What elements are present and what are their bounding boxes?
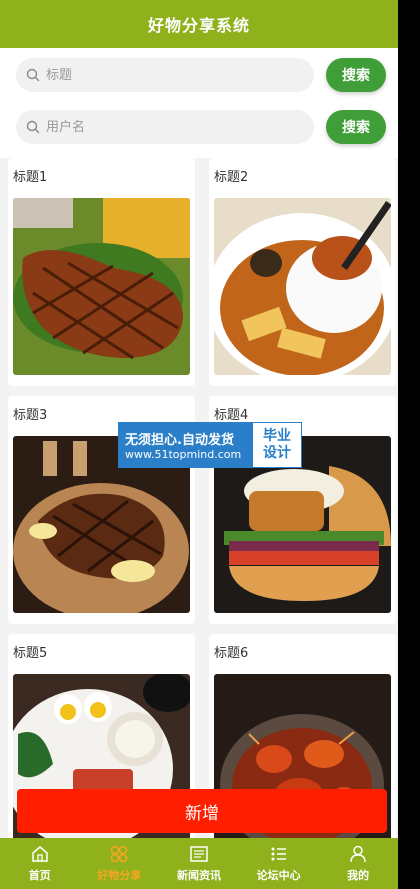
steak-image <box>13 198 190 375</box>
newspaper-icon <box>190 846 208 862</box>
page-title: 好物分享系统 <box>147 16 250 35</box>
card-image-steak[interactable] <box>13 198 190 375</box>
title-search-button[interactable]: 搜索 <box>326 58 386 92</box>
card-title: 标题5 <box>13 646 48 661</box>
tab-label: 论坛中心 <box>256 869 301 882</box>
bottom-tab-bar: 首页 好物分享 新闻资讯 论坛中心 我的 <box>0 838 398 889</box>
app-header: 好物分享系统 <box>0 0 398 48</box>
watermark-right-top: 毕业 <box>263 428 291 444</box>
tab-news[interactable]: 新闻资讯 <box>159 838 239 889</box>
clover-icon <box>111 845 128 863</box>
share-grid: 标题1 标题2 标题3 标题4 标题5 标题6 <box>0 152 398 862</box>
home-icon <box>32 846 48 862</box>
user-icon <box>350 845 366 863</box>
watermark-left: 无须担心.自动发货 www.51topmind.com <box>119 423 253 467</box>
card-title: 标题2 <box>214 170 249 185</box>
tab-mine[interactable]: 我的 <box>318 838 398 889</box>
tab-forum[interactable]: 论坛中心 <box>239 838 319 889</box>
title-search-box[interactable] <box>16 58 314 92</box>
watermark-line2: www.51topmind.com <box>125 448 242 461</box>
card-title: 标题1 <box>13 170 48 185</box>
rice-image <box>214 198 391 375</box>
tab-home[interactable]: 首页 <box>0 838 80 889</box>
card-image-rice[interactable] <box>214 198 391 375</box>
watermark-line1: 无须担心.自动发货 <box>125 433 234 448</box>
user-search-button[interactable]: 搜索 <box>326 110 386 144</box>
tab-label: 好物分享 <box>97 869 142 882</box>
tab-label: 我的 <box>347 869 370 882</box>
search-area: 搜索 搜索 <box>0 48 398 158</box>
tab-label: 新闻资讯 <box>176 869 221 882</box>
watermark-right: 毕业 设计 <box>253 423 301 467</box>
title-search-input[interactable] <box>46 67 246 83</box>
watermark-banner: 无须担心.自动发货 www.51topmind.com 毕业 设计 <box>118 422 302 468</box>
title-search-row: 搜索 <box>16 58 386 92</box>
add-button[interactable]: 新增 <box>17 789 387 833</box>
user-search-input[interactable] <box>46 119 246 135</box>
watermark-right-bottom: 设计 <box>263 445 291 461</box>
app-screen: 好物分享系统 搜索 搜索 标题1 <box>0 0 398 889</box>
tab-share[interactable]: 好物分享 <box>80 838 160 889</box>
tab-label: 首页 <box>28 869 51 882</box>
list-icon <box>271 847 286 861</box>
user-search-row: 搜索 <box>16 110 386 144</box>
share-card[interactable]: 标题1 <box>8 158 195 386</box>
share-card[interactable]: 标题2 <box>209 158 396 386</box>
search-icon <box>26 120 40 134</box>
user-search-box[interactable] <box>16 110 314 144</box>
card-title: 标题6 <box>214 646 249 661</box>
search-icon <box>26 68 40 82</box>
